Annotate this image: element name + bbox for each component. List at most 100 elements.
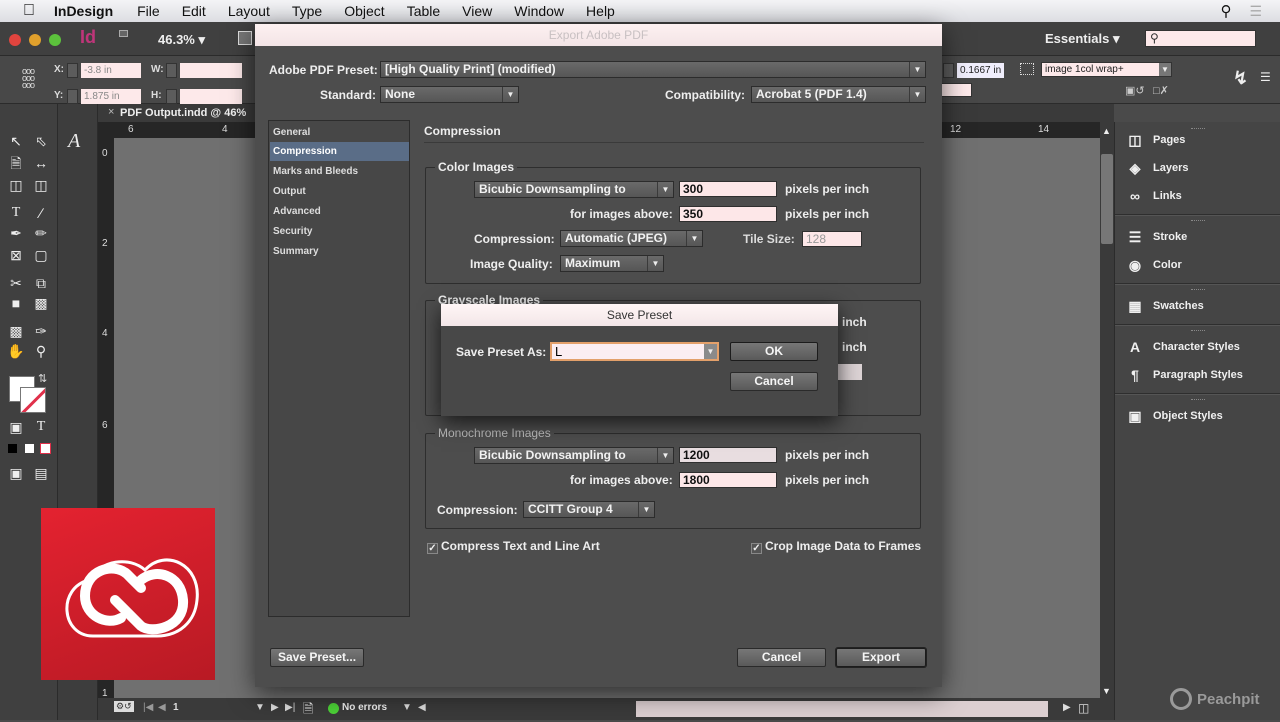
screen-mode-icon[interactable] <box>238 31 252 45</box>
line-tool-icon[interactable]: ∕ <box>31 204 51 222</box>
panel-pages[interactable]: ◫ Pages <box>1125 129 1185 151</box>
reference-point-icon[interactable]: ooo ooo ooo <box>22 67 42 90</box>
clear-overrides-icon[interactable]: ▣↺ <box>1125 84 1145 97</box>
panel-grip[interactable] <box>1191 128 1205 131</box>
tile-size-input[interactable]: 128 <box>802 231 862 247</box>
w-stepper[interactable] <box>166 63 177 78</box>
mono-ppi-input[interactable]: 1200 <box>679 447 777 463</box>
panel-grip[interactable] <box>1191 289 1205 292</box>
export-button[interactable]: Export <box>836 648 926 667</box>
standard-dropdown[interactable]: None ▼ <box>380 86 519 103</box>
category-marks-and-bleeds[interactable]: Marks and Bleeds <box>270 162 409 181</box>
apply-color-icon[interactable] <box>25 444 34 453</box>
ok-button[interactable]: OK <box>730 342 818 361</box>
menu-file[interactable]: File <box>137 3 160 19</box>
stroke-swatch[interactable] <box>20 387 46 413</box>
menu-type[interactable]: Type <box>292 3 322 19</box>
y-stepper[interactable] <box>67 89 78 104</box>
eyedropper-tool-icon[interactable]: ✑ <box>31 322 51 340</box>
close-window-button[interactable] <box>9 34 21 46</box>
preset-dropdown[interactable]: [High Quality Print] (modified) ▼ <box>380 61 926 78</box>
zoom-window-button[interactable] <box>49 34 61 46</box>
page-dropdown-icon[interactable]: ▼ <box>255 702 265 713</box>
x-field[interactable]: -3.8 in <box>81 63 141 78</box>
panel-grip[interactable] <box>1191 330 1205 333</box>
menu-object[interactable]: Object <box>344 3 384 19</box>
menu-help[interactable]: Help <box>586 3 615 19</box>
compress-text-checkbox[interactable]: ✓ Compress Text and Line Art <box>427 539 600 554</box>
scissors-tool-icon[interactable]: ✂ <box>6 274 26 292</box>
gray-tile-size-input[interactable] <box>838 364 862 380</box>
apple-icon[interactable]:  <box>20 2 38 20</box>
color-quality-dropdown[interactable]: Maximum ▼ <box>560 255 664 272</box>
type-tool-icon[interactable]: T <box>6 204 26 222</box>
gradient-swatch-tool-icon[interactable]: ■ <box>6 294 26 312</box>
preflight-menu-icon[interactable]: ▼ <box>402 702 412 713</box>
spotlight-search-icon[interactable]: ⚲ <box>1220 2 1231 20</box>
scroll-down-icon[interactable]: ▼ <box>1102 686 1111 696</box>
free-transform-tool-icon[interactable]: ⧉ <box>31 274 51 292</box>
close-tab-icon[interactable]: × <box>108 106 114 118</box>
color-compression-dropdown[interactable]: Automatic (JPEG) ▼ <box>560 230 703 247</box>
panel-grip[interactable] <box>1191 220 1205 223</box>
notification-list-icon[interactable]: ☰ <box>1249 3 1262 20</box>
minimize-window-button[interactable] <box>29 34 41 46</box>
color-sampling-dropdown[interactable]: Bicubic Downsampling to ▼ <box>474 181 674 198</box>
pencil-tool-icon[interactable]: ✏ <box>31 224 51 242</box>
page-number[interactable]: 1 <box>173 702 179 713</box>
panel-character-styles[interactable]: A Character Styles <box>1125 336 1240 358</box>
cancel-button[interactable]: Cancel <box>730 372 818 391</box>
selection-tool-icon[interactable]: ↖ <box>6 132 26 150</box>
x-stepper[interactable] <box>67 63 78 78</box>
pen-tool-icon[interactable]: ✒ <box>6 224 26 242</box>
h-stepper[interactable] <box>166 89 177 104</box>
rectangle-frame-tool-icon[interactable]: ⊠ <box>6 246 26 264</box>
panel-color[interactable]: ◉ Color <box>1125 254 1182 276</box>
panel-paragraph-styles[interactable]: ¶ Paragraph Styles <box>1125 364 1243 386</box>
quick-apply-icon[interactable]: ↯ <box>1233 68 1248 89</box>
break-link-icon[interactable]: □✗ <box>1153 84 1169 97</box>
gradient-feather-tool-icon[interactable]: ▩ <box>31 294 51 312</box>
menu-window[interactable]: Window <box>514 3 564 19</box>
mono-sampling-dropdown[interactable]: Bicubic Downsampling to ▼ <box>474 447 674 464</box>
apply-none-icon[interactable] <box>40 443 51 454</box>
default-color-icon[interactable] <box>8 444 17 453</box>
zoom-level[interactable]: 46.3% ▾ <box>158 32 205 48</box>
panel-links[interactable]: ∞ Links <box>1125 185 1182 207</box>
crop-image-checkbox[interactable]: ✓ Crop Image Data to Frames <box>751 539 921 554</box>
mono-compression-dropdown[interactable]: CCITT Group 4 ▼ <box>523 501 655 518</box>
compatibility-dropdown[interactable]: Acrobat 5 (PDF 1.4) ▼ <box>751 86 926 103</box>
color-ppi-input[interactable]: 300 <box>679 181 777 197</box>
hand-tool-icon[interactable]: ✋ <box>6 342 26 360</box>
preview-mode-icon[interactable]: ▤ <box>31 464 51 482</box>
category-compression[interactable]: Compression <box>270 142 409 161</box>
mono-above-input[interactable]: 1800 <box>679 472 777 488</box>
vertical-scrollbar[interactable]: ▲ ▼ <box>1100 122 1114 698</box>
scroll-left-icon[interactable]: ◀ <box>418 702 426 713</box>
split-window-icon[interactable]: ◫ <box>1078 701 1089 715</box>
content-placer-icon[interactable]: ◫ <box>31 176 51 194</box>
open-document-icon[interactable]: 🗎 <box>303 700 313 722</box>
page-tool-icon[interactable]: 🗎 <box>6 154 26 172</box>
gap-tool-icon[interactable]: ↔ <box>31 154 51 172</box>
zoom-tool-icon[interactable]: ⚲ <box>31 342 51 360</box>
workspace-switcher[interactable]: Essentials ▾ <box>1045 31 1119 47</box>
first-page-icon[interactable]: |◀ <box>143 702 153 713</box>
normal-view-icon[interactable]: ▣ <box>6 464 26 482</box>
content-collector-icon[interactable]: ◫ <box>6 176 26 194</box>
category-summary[interactable]: Summary <box>270 242 409 261</box>
menu-layout[interactable]: Layout <box>228 3 270 19</box>
menu-edit[interactable]: Edit <box>182 3 206 19</box>
panel-layers[interactable]: ◈ Layers <box>1125 157 1189 179</box>
chevron-down-icon[interactable]: ▼ <box>704 344 717 359</box>
panel-object-styles[interactable]: ▣ Object Styles <box>1125 405 1222 427</box>
note-tool-icon[interactable]: ▩ <box>6 322 26 340</box>
bridge-icon[interactable] <box>119 30 128 37</box>
menu-app-name[interactable]: InDesign <box>54 3 113 19</box>
preflight-settings-icon[interactable]: ⚙↺ <box>114 701 134 712</box>
scroll-up-icon[interactable]: ▲ <box>1102 126 1111 136</box>
direct-selection-tool-icon[interactable]: ⬁ <box>31 132 51 150</box>
category-advanced[interactable]: Advanced <box>270 202 409 221</box>
panel-stroke[interactable]: ☰ Stroke <box>1125 226 1188 248</box>
swap-fill-stroke-icon[interactable]: ⇅ <box>38 372 47 385</box>
